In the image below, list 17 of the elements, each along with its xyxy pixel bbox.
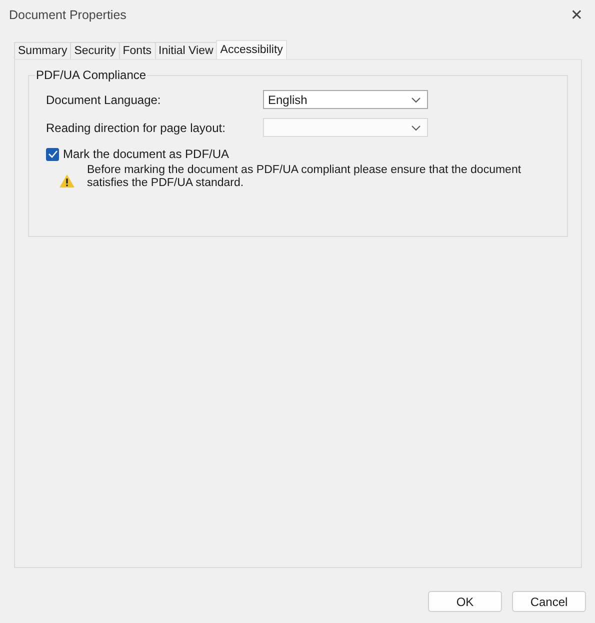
field-label: Document Language: [46, 92, 162, 106]
checkbox-label: Mark the document as PDF/UA [63, 147, 230, 161]
field-label: Reading direction for page layout: [46, 120, 226, 134]
close-button[interactable]: ✕ [564, 6, 589, 24]
caret-icon [411, 124, 421, 130]
group-title: PDF/UA Compliance [35, 68, 148, 82]
dropdown[interactable]: English [263, 90, 428, 109]
warning-text: Before marking the document as PDF/UA compliant please ensure that the document satisfies the PDF/UA standard. [87, 164, 522, 190]
dialog-button[interactable]: Cancel [512, 591, 586, 612]
caret-icon [411, 96, 421, 102]
tab[interactable]: Summary [14, 42, 72, 59]
window-title: Document Properties [9, 8, 126, 22]
warning-icon [59, 174, 75, 188]
tab[interactable]: Accessibility [216, 40, 287, 59]
dialog-button[interactable]: OK [428, 591, 502, 612]
tab[interactable]: Security [70, 42, 120, 59]
checkbox[interactable] [46, 148, 59, 160]
